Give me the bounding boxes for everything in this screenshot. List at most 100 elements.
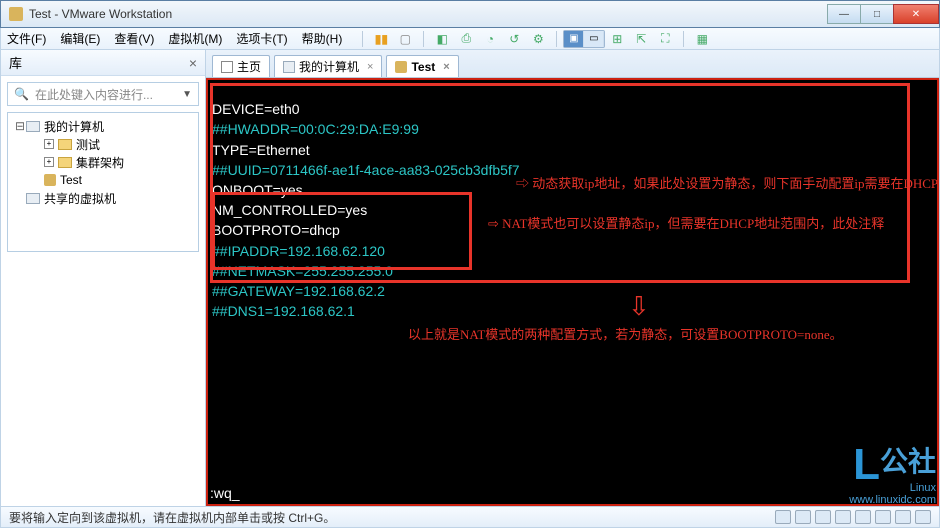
sidebar-header: 库 × [1, 50, 205, 76]
divider [362, 31, 363, 47]
home-icon [221, 61, 233, 73]
minimize-button[interactable]: — [827, 4, 861, 24]
computer-icon [283, 61, 295, 73]
term-line: BOOTPROTO=dhcp [212, 222, 340, 238]
folder-icon [58, 157, 72, 168]
arrow-down-icon: ⇩ [628, 290, 650, 324]
tree-item-test[interactable]: Test [10, 171, 196, 189]
main-area: 库 × 🔍 在此处键入内容进行... ▼ ⊟ 我的计算机 + 测试 + 集群架构 [0, 50, 940, 506]
tree-item[interactable]: + 测试 [10, 135, 196, 153]
terminal-view[interactable]: DEVICE=eth0 ##HWADDR=00:0C:29:DA:E9:99 T… [206, 78, 939, 506]
term-line: ##DNS1=192.168.62.1 [212, 303, 355, 319]
menu-file[interactable]: 文件(F) [7, 30, 46, 47]
search-placeholder: 在此处键入内容进行... [35, 86, 153, 103]
annotation-text: ⇨ 动态获取ip地址，如果此处设置为静态，则下面手动配置ip需要在DHCP地址范… [516, 176, 939, 193]
tab-label: Test [411, 60, 435, 74]
menu-bar: 文件(F) 编辑(E) 查看(V) 虚拟机(M) 选项卡(T) 帮助(H) ▮▮… [0, 28, 940, 50]
tab-close-icon[interactable]: × [443, 61, 449, 73]
window-title: Test - VMware Workstation [29, 7, 172, 21]
menu-vm[interactable]: 虚拟机(M) [168, 30, 222, 47]
sidebar-close-icon[interactable]: × [189, 55, 197, 71]
tree-item[interactable]: + 集群架构 [10, 153, 196, 171]
sidebar: 库 × 🔍 在此处键入内容进行... ▼ ⊟ 我的计算机 + 测试 + 集群架构 [1, 50, 206, 506]
vm-icon [44, 174, 56, 186]
term-line: NM_CONTROLLED=yes [212, 202, 367, 218]
divider [423, 31, 424, 47]
tree-label: 共享的虚拟机 [44, 190, 116, 207]
maximize-button[interactable]: □ [860, 4, 894, 24]
status-bar: 要将输入定向到该虚拟机，请在虚拟机内部单击或按 Ctrl+G。 [0, 506, 940, 528]
tray-icon[interactable] [835, 510, 851, 524]
title-bar: Test - VMware Workstation — □ ✕ [0, 0, 940, 28]
tree-label: Test [60, 173, 82, 187]
folder-icon [58, 139, 72, 150]
tree-label: 集群架构 [76, 154, 124, 171]
annotation-text: ⇨ NAT模式也可以设置静态ip，但需要在DHCP地址范围内，此处注释 [488, 216, 884, 233]
status-tray [775, 510, 931, 524]
term-line: DEVICE=eth0 [212, 101, 300, 117]
fullscreen-icon[interactable]: ⛶ [656, 30, 674, 48]
snapshot-icon[interactable]: ◧ [433, 30, 451, 48]
menu-edit[interactable]: 编辑(E) [60, 30, 100, 47]
tray-icon[interactable] [815, 510, 831, 524]
clock-icon[interactable]: ◔ [481, 30, 499, 48]
tab-label: 我的计算机 [299, 58, 359, 75]
tray-icon[interactable] [895, 510, 911, 524]
term-line: ONBOOT=yes [212, 182, 303, 198]
library-tree: ⊟ 我的计算机 + 测试 + 集群架构 Test 共享的虚拟机 [7, 112, 199, 252]
tree-root[interactable]: ⊟ 我的计算机 [10, 117, 196, 135]
tray-icon[interactable] [795, 510, 811, 524]
search-icon: 🔍 [14, 87, 29, 101]
status-text: 要将输入定向到该虚拟机，请在虚拟机内部单击或按 Ctrl+G。 [9, 509, 335, 526]
computer-icon [26, 121, 40, 132]
tab-home[interactable]: 主页 [212, 55, 270, 77]
tree-shared[interactable]: 共享的虚拟机 [10, 189, 196, 207]
expand-icon[interactable]: + [44, 139, 54, 149]
shared-icon [26, 193, 40, 204]
menu-view[interactable]: 查看(V) [114, 30, 154, 47]
tree-label: 我的计算机 [44, 118, 104, 135]
tile-icon[interactable]: ▦ [693, 30, 711, 48]
collapse-icon[interactable]: ⊟ [14, 119, 26, 133]
menu-tabs[interactable]: 选项卡(T) [236, 30, 287, 47]
pause-icon[interactable]: ▮▮ [372, 30, 390, 48]
close-button[interactable]: ✕ [893, 4, 939, 24]
tab-test[interactable]: Test × [386, 55, 458, 77]
term-line: ##GATEWAY=192.168.62.2 [212, 283, 385, 299]
term-line: ##IPADDR=192.168.62.120 [212, 243, 385, 259]
tab-mycomputer[interactable]: 我的计算机 × [274, 55, 382, 77]
tray-icon[interactable] [775, 510, 791, 524]
tree-label: 测试 [76, 136, 100, 153]
vm-icon [395, 61, 407, 73]
term-line: ##HWADDR=00:0C:29:DA:E9:99 [212, 121, 419, 137]
term-line: TYPE=Ethernet [212, 142, 310, 158]
divider [683, 31, 684, 47]
content-area: 主页 我的计算机 × Test × DEVICE=eth0 ##HWADDR=0… [206, 50, 939, 506]
tab-label: 主页 [237, 58, 261, 75]
divider [556, 31, 557, 47]
manage-icon[interactable]: ⚙ [529, 30, 547, 48]
view-mode-group: ▣ ▭ [563, 30, 605, 48]
vim-command: :wq_ [210, 484, 240, 502]
tab-bar: 主页 我的计算机 × Test × [206, 50, 939, 78]
tab-close-icon[interactable]: × [367, 61, 373, 73]
sidebar-title: 库 [9, 53, 22, 72]
term-line: ##NETMASK=255.255.255.0 [212, 263, 393, 279]
expand-icon[interactable]: + [44, 157, 54, 167]
search-dropdown-icon[interactable]: ▼ [182, 89, 192, 100]
thumbnail-icon[interactable]: ⊞ [608, 30, 626, 48]
annotation-summary: 以上就是NAT模式的两种配置方式，若为静态，可设置BOOTPROTO=none。 [408, 327, 843, 344]
power-icon[interactable]: ▢ [396, 30, 414, 48]
tray-icon[interactable] [855, 510, 871, 524]
view-mode-1[interactable]: ▣ [564, 31, 584, 47]
menu-help[interactable]: 帮助(H) [302, 30, 343, 47]
term-line: ##UUID=0711466f-ae1f-4ace-aa83-025cb3dfb… [212, 162, 520, 178]
screenshot-icon[interactable]: ⎙ [457, 30, 475, 48]
tray-icon[interactable] [915, 510, 931, 524]
unity-icon[interactable]: ⇱ [632, 30, 650, 48]
search-input[interactable]: 🔍 在此处键入内容进行... ▼ [7, 82, 199, 106]
revert-icon[interactable]: ↺ [505, 30, 523, 48]
tray-icon[interactable] [875, 510, 891, 524]
window-controls: — □ ✕ [828, 4, 939, 24]
view-mode-2[interactable]: ▭ [584, 31, 604, 47]
